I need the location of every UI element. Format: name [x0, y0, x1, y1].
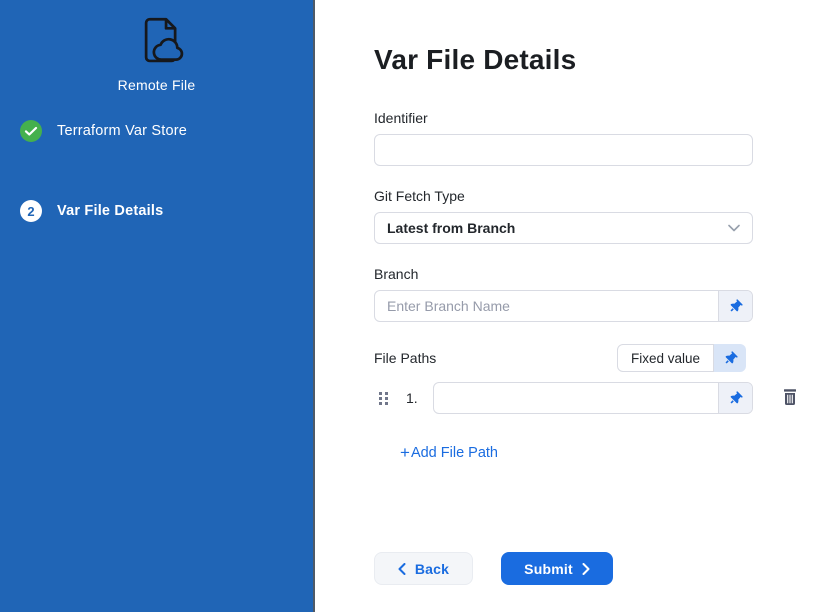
page-title: Var File Details [374, 44, 836, 76]
file-path-row-number: 1. [406, 390, 420, 406]
remote-file-icon [128, 57, 186, 74]
file-path-pin-toggle[interactable] [718, 383, 752, 413]
var-file-wizard: Remote File Terraform Var Store 2 Var Fi… [0, 0, 836, 612]
wizard-sidebar: Remote File Terraform Var Store 2 Var Fi… [0, 0, 315, 612]
branch-group: Branch [374, 266, 753, 322]
step-label: Var File Details [57, 203, 163, 219]
wizard-steps: Terraform Var Store 2 Var File Details [0, 119, 313, 223]
check-icon [20, 120, 42, 142]
back-button-label: Back [415, 561, 449, 577]
chevron-left-icon [398, 563, 406, 575]
var-file-details-form: Var File Details Identifier Git Fetch Ty… [315, 0, 836, 612]
file-paths-value-type[interactable]: Fixed value [617, 344, 746, 372]
file-path-input[interactable] [433, 382, 753, 414]
submit-button[interactable]: Submit [501, 552, 613, 585]
file-paths-label: File Paths [374, 350, 436, 366]
wizard-type-header: Remote File [0, 0, 313, 93]
add-file-path-label: Add File Path [411, 445, 498, 461]
file-path-row: 1. [374, 382, 834, 414]
git-fetch-type-select[interactable]: Latest from Branch [374, 212, 753, 244]
branch-pin-toggle[interactable] [718, 291, 752, 321]
file-paths-pin-toggle[interactable] [714, 344, 746, 372]
form-actions: Back Submit [374, 552, 613, 585]
drag-handle-icon[interactable] [378, 391, 389, 406]
step-label: Terraform Var Store [57, 123, 187, 139]
fixed-value-button[interactable]: Fixed value [617, 344, 714, 372]
sidebar-item-var-file-details[interactable]: 2 Var File Details [0, 199, 313, 223]
chevron-down-icon [728, 224, 740, 232]
git-fetch-type-label: Git Fetch Type [374, 188, 753, 204]
identifier-group: Identifier [374, 110, 753, 166]
plus-icon: + [400, 444, 410, 461]
branch-label: Branch [374, 266, 753, 282]
step-number-badge: 2 [20, 200, 42, 222]
git-fetch-type-group: Git Fetch Type Latest from Branch [374, 188, 753, 244]
file-paths-group: File Paths Fixed value [374, 344, 753, 463]
submit-button-label: Submit [524, 561, 573, 577]
chevron-right-icon [582, 563, 590, 575]
sidebar-item-terraform-var-store[interactable]: Terraform Var Store [0, 119, 313, 143]
wizard-type-label: Remote File [0, 77, 313, 93]
delete-file-path-button[interactable] [782, 388, 798, 409]
pin-icon [726, 389, 744, 407]
trash-icon [782, 388, 798, 409]
pin-icon [726, 297, 744, 315]
identifier-input[interactable] [374, 134, 753, 166]
pin-icon [721, 349, 739, 367]
branch-input[interactable] [374, 290, 753, 322]
add-file-path-button[interactable]: + Add File Path [400, 444, 498, 461]
identifier-label: Identifier [374, 110, 753, 126]
git-fetch-type-value: Latest from Branch [387, 220, 515, 236]
back-button[interactable]: Back [374, 552, 473, 585]
